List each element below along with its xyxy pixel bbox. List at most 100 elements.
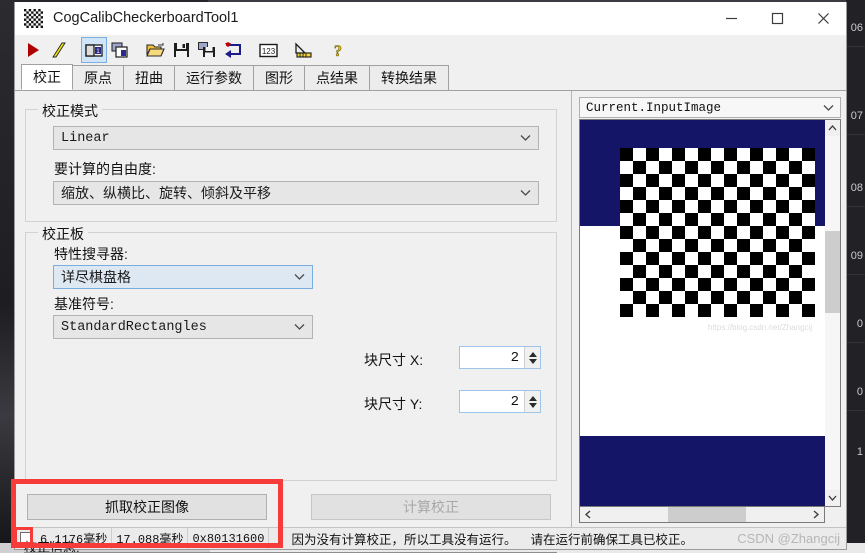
vertical-scrollbar[interactable] bbox=[825, 119, 841, 507]
tile-size-x-spin-arrows[interactable] bbox=[524, 347, 540, 368]
svg-text:123: 123 bbox=[261, 46, 275, 55]
tile-size-x-value: 2 bbox=[510, 349, 519, 366]
backdrop-divider bbox=[846, 342, 865, 343]
calibration-mode-select[interactable]: Linear bbox=[53, 126, 539, 150]
horizontal-scroll-track[interactable] bbox=[596, 507, 808, 522]
vertical-scroll-track[interactable] bbox=[825, 136, 840, 490]
spinner-down-icon bbox=[528, 358, 537, 364]
svg-text:?: ? bbox=[334, 43, 342, 59]
tab-point-results[interactable]: 点结果 bbox=[304, 65, 370, 90]
image-source-select[interactable]: Current.InputImage bbox=[579, 97, 841, 118]
vertical-scroll-thumb[interactable] bbox=[825, 231, 840, 313]
tab-origin[interactable]: 原点 bbox=[72, 65, 124, 90]
status-message-primary: 因为没有计算校正，所以工具没有运行。 bbox=[291, 533, 517, 547]
open-icon bbox=[145, 43, 165, 57]
scroll-left-button[interactable] bbox=[580, 507, 596, 522]
feature-finder-select[interactable]: 详尽棋盘格 bbox=[53, 265, 313, 289]
close-icon bbox=[817, 12, 829, 24]
tab-transform-results[interactable]: 转换结果 bbox=[369, 65, 449, 90]
chevron-down-icon bbox=[520, 190, 531, 196]
title-bar: CogCalibCheckerboardTool1 bbox=[15, 2, 846, 35]
help-button[interactable]: ? bbox=[325, 37, 351, 63]
image-canvas[interactable]: https://blog.csdn.net/Zhangcij bbox=[579, 119, 825, 507]
window-body: 校正模式 Linear 要计算的自由度: 缩放、纵横比、旋转、倾斜及平移 校正板… bbox=[11, 91, 846, 553]
toolbar: 1 123 ? bbox=[15, 35, 846, 65]
background-window-right-strip: 06 07 08 09 0 0 1 bbox=[846, 0, 865, 553]
tile-size-x-stepper[interactable]: 2 bbox=[459, 346, 541, 369]
status-bar: 6.1176毫秒 17.088毫秒 0x80131600 因为没有计算校正，所以… bbox=[15, 527, 846, 549]
chevron-left-icon bbox=[585, 510, 591, 519]
graphics-button[interactable] bbox=[290, 37, 316, 63]
horizontal-scroll-thumb[interactable] bbox=[668, 507, 746, 522]
numeric-icon: 123 bbox=[258, 43, 278, 57]
copy-results-button[interactable] bbox=[107, 37, 133, 63]
backdrop-line-number: 1 bbox=[856, 446, 863, 458]
copy-results-icon bbox=[111, 42, 128, 58]
show-results-icon: 1 bbox=[85, 43, 103, 57]
acquire-calibration-image-button[interactable]: 抓取校正图像 bbox=[27, 494, 267, 520]
calibration-plate-group-title: 校正板 bbox=[38, 224, 88, 244]
status-total-time: 17.088毫秒 bbox=[112, 528, 189, 549]
minimize-button[interactable] bbox=[708, 2, 754, 35]
chevron-right-icon bbox=[813, 510, 819, 519]
chevron-down-icon bbox=[828, 495, 837, 501]
calibration-mode-group: 校正模式 Linear 要计算的自由度: 缩放、纵横比、旋转、倾斜及平移 bbox=[25, 101, 557, 222]
calibration-plate-group: 校正板 特性搜寻器: 详尽棋盘格 基准符号: StandardRectangle… bbox=[25, 224, 557, 481]
backdrop-divider bbox=[846, 274, 865, 275]
backdrop-line-number: 0 bbox=[856, 386, 863, 398]
tile-size-y-stepper[interactable]: 2 bbox=[459, 390, 541, 413]
save-button[interactable] bbox=[168, 37, 194, 63]
backdrop-line-number: 08 bbox=[850, 182, 863, 194]
chevron-down-icon bbox=[294, 324, 305, 330]
spinner-up-icon bbox=[528, 351, 537, 357]
maximize-button[interactable] bbox=[754, 2, 800, 35]
calibration-mode-group-title: 校正模式 bbox=[38, 101, 102, 121]
train-icon bbox=[52, 42, 66, 58]
feature-finder-label: 特性搜寻器: bbox=[54, 246, 128, 262]
tile-size-y-spin-arrows[interactable] bbox=[524, 391, 540, 412]
tab-calibration[interactable]: 校正 bbox=[21, 64, 73, 90]
fiducial-select[interactable]: StandardRectangles bbox=[53, 315, 313, 339]
calibration-tab-panel: 校正模式 Linear 要计算的自由度: 缩放、纵横比、旋转、倾斜及平移 校正板… bbox=[11, 91, 572, 553]
save-as-icon bbox=[198, 42, 215, 57]
show-results-button[interactable]: 1 bbox=[81, 37, 107, 63]
fiducial-label: 基准符号: bbox=[54, 296, 114, 312]
help-icon: ? bbox=[334, 42, 343, 59]
numeric-button[interactable]: 123 bbox=[255, 37, 281, 63]
close-button[interactable] bbox=[800, 2, 846, 35]
save-as-button[interactable] bbox=[194, 37, 220, 63]
open-button[interactable] bbox=[142, 37, 168, 63]
run-button[interactable] bbox=[20, 37, 46, 63]
scroll-down-button[interactable] bbox=[825, 490, 840, 506]
tile-size-x-label: 块尺寸 X: bbox=[364, 352, 424, 368]
save-icon bbox=[173, 43, 189, 57]
tab-graphics[interactable]: 图形 bbox=[253, 65, 305, 90]
graphics-icon bbox=[294, 42, 312, 58]
tab-strip: 校正 原点 扭曲 运行参数 图形 点结果 转换结果 bbox=[15, 64, 846, 91]
dof-select[interactable]: 缩放、纵横比、旋转、倾斜及平移 bbox=[53, 181, 539, 205]
csdn-watermark: CSDN @Zhangcij bbox=[737, 531, 840, 546]
scroll-right-button[interactable] bbox=[808, 507, 824, 522]
tab-distortion[interactable]: 扭曲 bbox=[123, 65, 175, 90]
image-watermark: https://blog.csdn.net/Zhangcij bbox=[708, 323, 813, 332]
backdrop-line-number: 06 bbox=[850, 22, 863, 34]
restore-button[interactable] bbox=[220, 37, 246, 63]
backdrop-line-number: 0 bbox=[856, 318, 863, 330]
horizontal-scrollbar[interactable] bbox=[579, 507, 825, 523]
compute-calibration-button: 计算校正 bbox=[311, 494, 551, 520]
chevron-down-icon bbox=[823, 104, 834, 111]
dof-value: 缩放、纵横比、旋转、倾斜及平移 bbox=[61, 185, 271, 201]
train-button[interactable] bbox=[46, 37, 72, 63]
minimize-icon bbox=[725, 17, 737, 19]
window-title: CogCalibCheckerboardTool1 bbox=[53, 10, 239, 26]
calibration-mode-value: Linear bbox=[61, 130, 110, 146]
spinner-down-icon bbox=[528, 402, 537, 408]
restore-icon bbox=[224, 42, 241, 58]
image-bottom-band bbox=[580, 436, 825, 506]
application-window: CogCalibCheckerboardTool1 1 123 ? 校正 原点 … bbox=[11, 2, 847, 553]
image-source-value: Current.InputImage bbox=[586, 100, 722, 115]
backdrop-line-number: 07 bbox=[850, 110, 863, 122]
scroll-up-button[interactable] bbox=[825, 120, 840, 136]
tab-run-parameters[interactable]: 运行参数 bbox=[174, 65, 254, 90]
image-viewer-pane: Current.InputImage https://blog.csdn.net… bbox=[572, 91, 846, 527]
